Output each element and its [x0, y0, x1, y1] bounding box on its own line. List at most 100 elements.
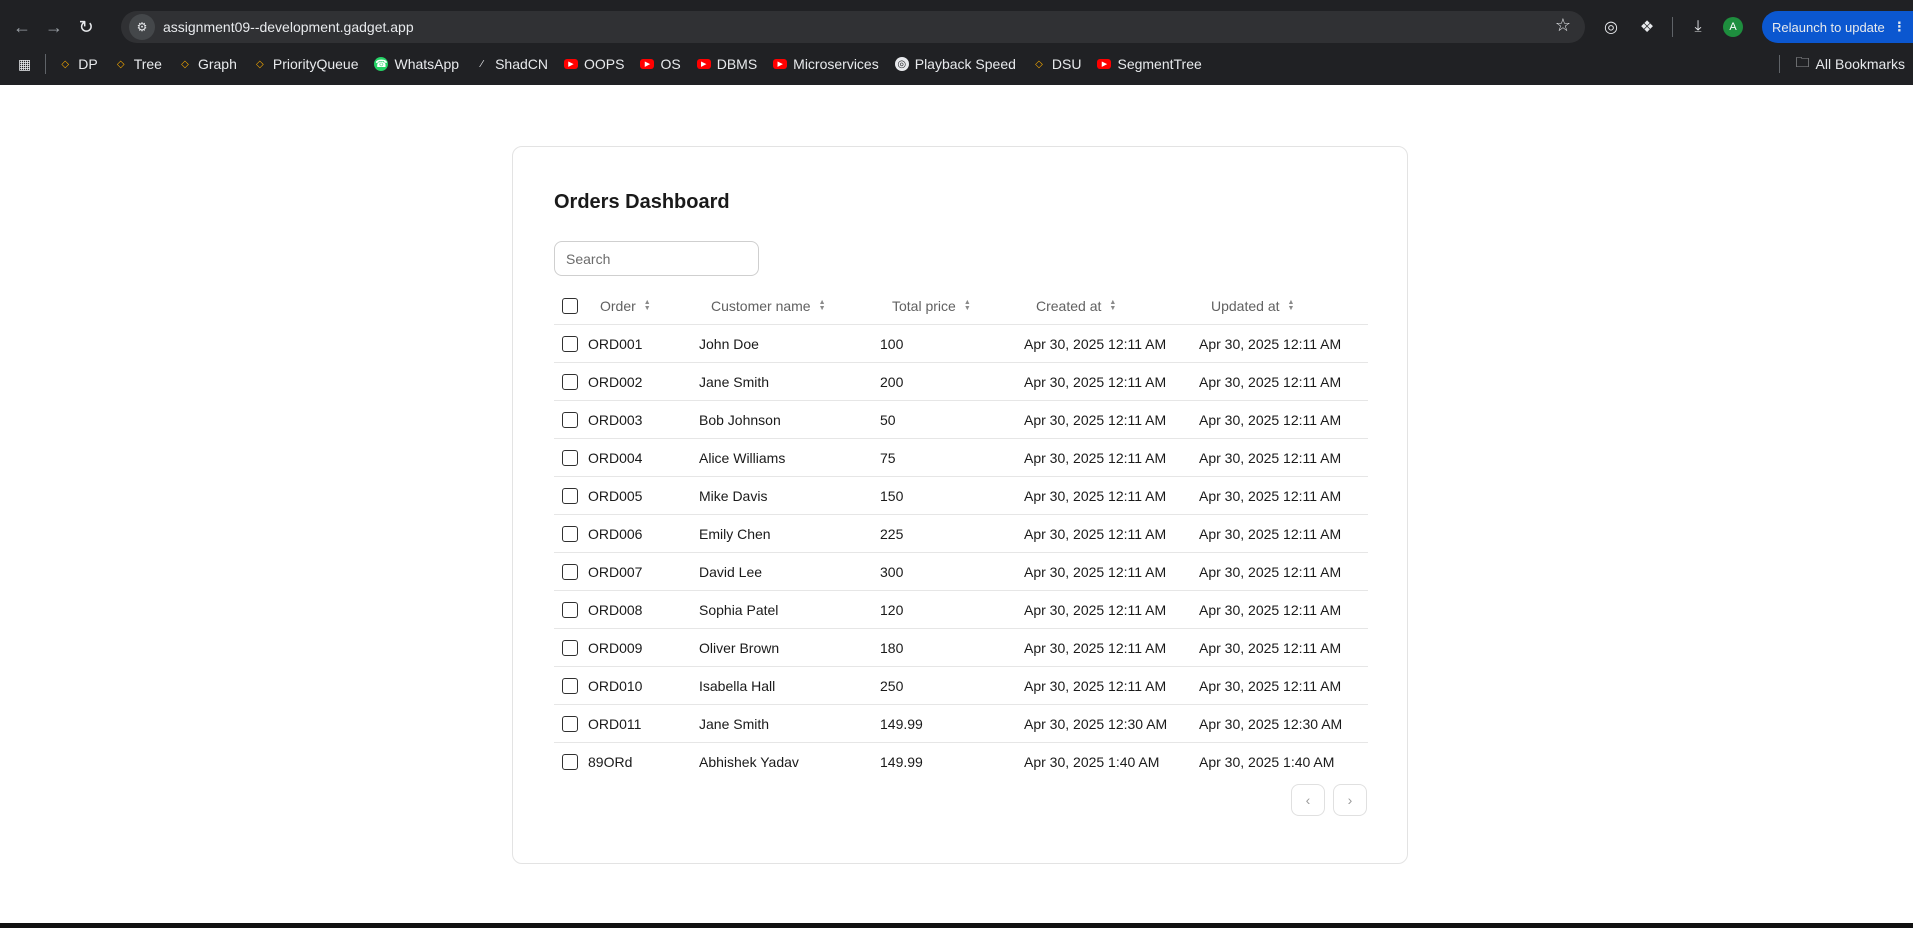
- table-row[interactable]: ORD005 Mike Davis 150 Apr 30, 2025 12:11 AM…: [554, 477, 1368, 515]
- column-header-updated[interactable]: Updated at ▲ ▼: [1211, 288, 1294, 324]
- profile-avatar[interactable]: A: [1723, 17, 1743, 37]
- column-header-order[interactable]: Order ▲ ▼: [600, 288, 651, 324]
- cell-order: ORD008: [588, 601, 643, 618]
- site-settings-icon[interactable]: ⚙: [129, 14, 155, 40]
- apps-grid-icon[interactable]: ▦: [18, 56, 31, 73]
- bookmark-item[interactable]: ◎ Playback Speed: [894, 56, 1016, 72]
- forward-arrow-icon[interactable]: →: [38, 11, 70, 43]
- extension-target-icon[interactable]: ◎: [1600, 16, 1622, 38]
- bookmark-item[interactable]: ▶ OS: [640, 56, 681, 72]
- row-checkbox[interactable]: [562, 639, 578, 656]
- bookmark-item[interactable]: ◇ PriorityQueue: [253, 56, 358, 72]
- bookmark-label: DBMS: [716, 56, 758, 72]
- bookmark-item[interactable]: ∕ ShadCN: [475, 56, 548, 72]
- gadget-icon: ◇: [181, 58, 189, 70]
- toolbar-divider: [1672, 17, 1673, 37]
- back-arrow-icon[interactable]: ←: [6, 11, 38, 43]
- cell-updated: Apr 30, 2025 12:11 AM: [1199, 563, 1342, 580]
- cell-created: Apr 30, 2025 12:11 AM: [1024, 677, 1167, 694]
- bookmark-item[interactable]: ▶ SegmentTree: [1097, 56, 1202, 72]
- cell-created: Apr 30, 2025 12:30 AM: [1024, 715, 1168, 732]
- previous-page-button[interactable]: ‹: [1291, 784, 1325, 816]
- table-row[interactable]: ORD004 Alice Williams 75 Apr 30, 2025 12:11…: [554, 439, 1368, 477]
- table-row[interactable]: ORD010 Isabella Hall 250 Apr 30, 2025 12:11…: [554, 667, 1368, 705]
- all-bookmarks-button[interactable]: 🗀 All Bookmarks: [1778, 50, 1905, 78]
- bookmark-label: SegmentTree: [1117, 56, 1202, 72]
- address-bar[interactable]: ⚙ assignment09--development.gadget.app ☆: [121, 11, 1585, 43]
- cell-order: 89ORd: [588, 754, 633, 770]
- column-header-customer[interactable]: Customer name ▲ ▼: [711, 288, 826, 324]
- table-row[interactable]: ORD011 Jane Smith 149.99 Apr 30, 2025 12:30…: [554, 705, 1368, 743]
- extensions-puzzle-icon[interactable]: ❖: [1636, 16, 1658, 38]
- cell-created: Apr 30, 2025 12:11 AM: [1024, 487, 1167, 504]
- next-page-button[interactable]: ›: [1333, 784, 1367, 816]
- table-row[interactable]: ORD001 John Doe 100 Apr 30, 2025 12:11 AM Ap…: [554, 325, 1368, 363]
- row-checkbox[interactable]: [562, 715, 578, 732]
- row-checkbox[interactable]: [562, 373, 578, 390]
- bookmark-label: DP: [78, 56, 98, 72]
- table-row[interactable]: ORD003 Bob Johnson 50 Apr 30, 2025 12:11 AM…: [554, 401, 1368, 439]
- cell-order: ORD007: [588, 563, 643, 580]
- bookmark-item[interactable]: ◇ DSU: [1032, 56, 1081, 72]
- youtube-icon: ▶: [773, 59, 788, 69]
- table-row[interactable]: 89ORd Abhishek Yadav 149.99 Apr 30, 2025 1:…: [554, 743, 1368, 781]
- cell-updated: Apr 30, 2025 12:11 AM: [1199, 525, 1342, 542]
- table-row[interactable]: ORD002 Jane Smith 200 Apr 30, 2025 12:11 AM…: [554, 363, 1368, 401]
- row-checkbox[interactable]: [562, 335, 578, 352]
- bookmark-item[interactable]: ▶ DBMS: [696, 56, 758, 72]
- cell-total: 149.99: [880, 715, 923, 732]
- url-text[interactable]: assignment09--development.gadget.app: [163, 19, 414, 35]
- column-header-total[interactable]: Total price ▲ ▼: [892, 288, 971, 324]
- bookmark-item[interactable]: ▶ OOPS: [564, 56, 624, 72]
- cell-created: Apr 30, 2025 12:11 AM: [1024, 449, 1167, 466]
- table-header: Order ▲ ▼ Customer name ▲ ▼ Total price ▲ ▼ Cr…: [554, 288, 1368, 325]
- sort-icon: ▲ ▼: [963, 299, 971, 312]
- column-header-created[interactable]: Created at ▲ ▼: [1036, 288, 1116, 324]
- search-input[interactable]: [554, 241, 759, 276]
- bookmark-label: Microservices: [793, 56, 879, 72]
- row-checkbox[interactable]: [562, 601, 578, 618]
- cell-total: 200: [880, 373, 904, 390]
- download-icon[interactable]: ⤓: [1687, 16, 1709, 38]
- row-checkbox[interactable]: [562, 449, 578, 466]
- cell-order: ORD002: [588, 373, 643, 390]
- cell-created: Apr 30, 2025 12:11 AM: [1024, 335, 1167, 352]
- bookmark-item[interactable]: ◇ DP: [58, 56, 97, 72]
- bookmark-item[interactable]: ☎ WhatsApp: [374, 56, 459, 72]
- cell-order: ORD009: [588, 639, 643, 656]
- sort-icon: ▲ ▼: [1109, 299, 1117, 312]
- sort-icon: ▲ ▼: [818, 299, 826, 312]
- row-checkbox[interactable]: [562, 487, 578, 504]
- bookmark-item[interactable]: ◇ Tree: [114, 56, 162, 72]
- bookmarks-bar: ▦ ◇ DP ◇ Tree ◇ Graph ◇ PriorityQueue ☎ WhatsApp ∕…: [0, 50, 1913, 78]
- youtube-icon: ▶: [1097, 59, 1112, 69]
- select-all-checkbox[interactable]: [562, 298, 578, 314]
- bookmark-star-icon[interactable]: ☆: [1555, 15, 1571, 36]
- column-header-label: Customer name: [711, 298, 811, 314]
- gadget-icon: ◇: [1035, 58, 1043, 70]
- cell-created: Apr 30, 2025 12:11 AM: [1024, 639, 1167, 656]
- cell-updated: Apr 30, 2025 12:11 AM: [1199, 373, 1342, 390]
- cell-updated: Apr 30, 2025 12:11 AM: [1199, 411, 1342, 428]
- table-row[interactable]: ORD007 David Lee 300 Apr 30, 2025 12:11 AM A…: [554, 553, 1368, 591]
- table-row[interactable]: ORD006 Emily Chen 225 Apr 30, 2025 12:11 AM…: [554, 515, 1368, 553]
- row-checkbox[interactable]: [562, 754, 578, 770]
- row-checkbox[interactable]: [562, 525, 578, 542]
- row-checkbox[interactable]: [562, 411, 578, 428]
- cell-updated: Apr 30, 2025 12:30 AM: [1199, 715, 1343, 732]
- all-bookmarks-divider: [1778, 55, 1780, 73]
- relaunch-button[interactable]: Relaunch to update ⋮: [1762, 11, 1913, 43]
- table-row[interactable]: ORD009 Oliver Brown 180 Apr 30, 2025 12:11 …: [554, 629, 1368, 667]
- cell-order: ORD011: [588, 715, 642, 732]
- chevron-left-icon: ‹: [1305, 792, 1311, 808]
- row-checkbox[interactable]: [562, 677, 578, 694]
- cell-updated: Apr 30, 2025 12:11 AM: [1199, 449, 1342, 466]
- table-row[interactable]: ORD008 Sophia Patel 120 Apr 30, 2025 12:11 …: [554, 591, 1368, 629]
- reload-icon[interactable]: ↻: [70, 11, 102, 43]
- cell-total: 75: [880, 449, 896, 466]
- bookmark-item[interactable]: ▶ Microservices: [773, 56, 879, 72]
- row-checkbox[interactable]: [562, 563, 578, 580]
- bookmark-item[interactable]: ◇ Graph: [178, 56, 237, 72]
- cell-order: ORD010: [588, 677, 643, 694]
- cell-total: 300: [880, 563, 904, 580]
